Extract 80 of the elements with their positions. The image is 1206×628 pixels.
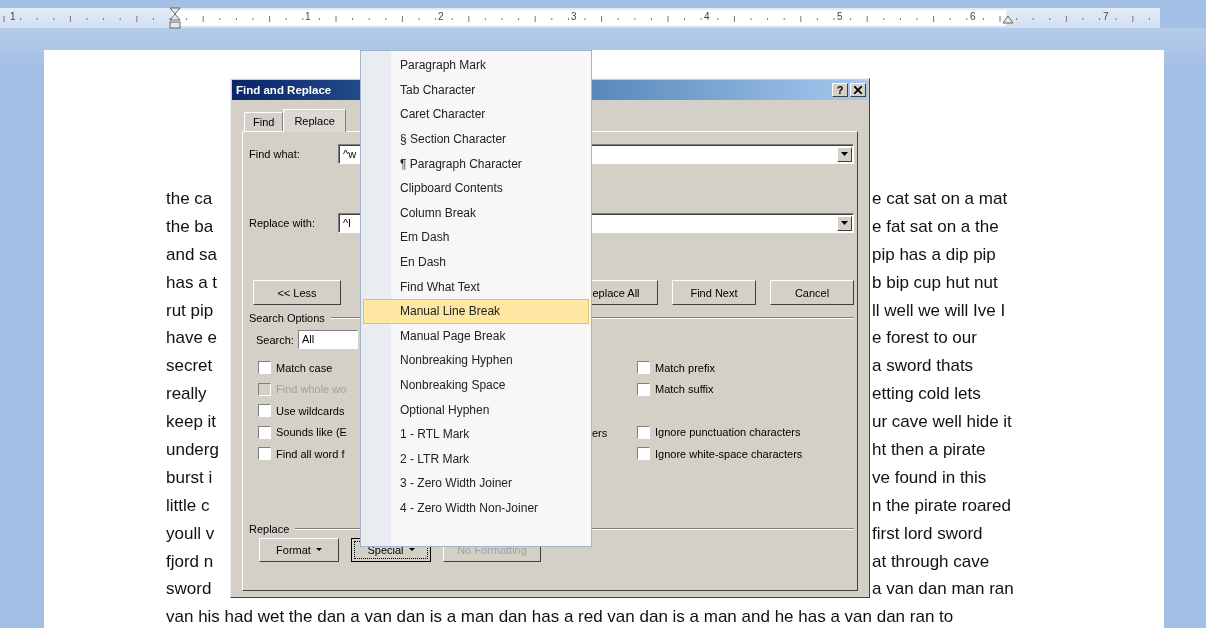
dialog-title: Find and Replace	[235, 84, 332, 96]
checkbox-option[interactable]: Match suffix	[637, 382, 714, 396]
document-text: ll well we will Ive I	[872, 300, 1006, 321]
checkbox-option[interactable]: Ignore white-space characters	[637, 447, 803, 461]
less-button[interactable]: << Less	[253, 280, 341, 305]
menu-item[interactable]: 4 - Zero Width Non-Joiner	[363, 495, 589, 521]
document-text: ve found in this	[872, 467, 987, 488]
document-text: e forest to our	[872, 328, 977, 349]
document-text: pip has a dip pip	[872, 244, 996, 265]
search-select[interactable]: All	[297, 330, 358, 349]
document-text: b bip cup hut nut	[872, 272, 998, 293]
document-text: the ca	[166, 188, 213, 209]
document-text: etting cold lets	[872, 384, 981, 405]
checkbox-option[interactable]: Match case	[258, 361, 333, 375]
ruler-number: 7	[1103, 11, 1109, 23]
document-text: have e	[166, 328, 218, 349]
tab[interactable]: Find	[244, 112, 284, 131]
document-text: first lord sword	[872, 523, 983, 544]
checkbox-option[interactable]: Match prefix	[637, 361, 715, 375]
menu-item[interactable]: 2 - LTR Mark	[363, 446, 589, 472]
document-text: has a t	[166, 272, 218, 293]
document-text: really	[166, 384, 207, 405]
menu-item[interactable]: Caret Character	[363, 102, 589, 127]
document-text: ht then a pirate	[872, 439, 986, 460]
menu-item[interactable]: Clipboard Contents	[363, 175, 589, 201]
menu-item[interactable]: Manual Line Break	[363, 298, 589, 324]
menu-item[interactable]: 3 - Zero Width Joiner	[363, 471, 589, 496]
document-text: n the pirate roared	[872, 495, 1011, 516]
document-text: secret	[166, 356, 213, 377]
checkbox-option[interactable]: Sounds like (E	[258, 425, 347, 439]
document-text: youll v	[166, 523, 215, 544]
checkbox-option[interactable]: Use wildcards	[258, 404, 345, 418]
ruler-number: 6	[970, 11, 976, 23]
menu-item[interactable]: Optional Hyphen	[363, 397, 589, 422]
document-text: at through cave	[872, 551, 990, 572]
document-text: fjord n	[166, 551, 214, 572]
document-text: a sword thats	[872, 356, 974, 377]
group-label: Search Options	[249, 312, 325, 324]
field-label: Find what:	[249, 148, 301, 160]
ruler-number: 1	[10, 11, 16, 23]
document-text: a van dan man ran	[872, 579, 1014, 600]
close-button[interactable]	[850, 83, 866, 97]
document-text: e fat sat on a the	[872, 216, 999, 237]
dialog-button[interactable]: Format	[259, 537, 339, 562]
menu-item[interactable]: Manual Page Break	[363, 323, 589, 349]
ruler-number: 1	[305, 11, 311, 23]
checkbox-option[interactable]: Find all word f	[258, 447, 345, 461]
dialog-button[interactable]: Cancel	[770, 280, 854, 305]
menu-item[interactable]: Tab Character	[363, 77, 589, 103]
document-text: the ba	[166, 216, 214, 237]
menu-item[interactable]: 1 - RTL Mark	[363, 421, 589, 447]
tab[interactable]: Replace	[283, 109, 346, 132]
menu-item[interactable]: Paragraph Mark	[363, 53, 589, 78]
indent-marker-icon[interactable]	[169, 7, 181, 29]
document-text: rut pip	[166, 300, 214, 321]
group-label: Replace	[249, 522, 290, 535]
document-text: little c	[166, 495, 210, 516]
document-text: and sa	[166, 244, 218, 265]
field-label: Replace with:	[249, 217, 317, 229]
document-text: sword	[166, 579, 212, 600]
document-text: ur cave well hide it	[872, 412, 1012, 433]
dialog-button[interactable]: Find Next	[672, 280, 756, 305]
document-text: keep it	[166, 412, 217, 433]
menu-item[interactable]: Nonbreaking Space	[363, 372, 589, 398]
ruler-number: 5	[837, 11, 843, 23]
ruler-number: 4	[704, 11, 710, 23]
ruler-number: 3	[571, 11, 577, 23]
help-button[interactable]: ?	[832, 83, 848, 97]
ruler-number: 2	[438, 11, 444, 23]
field-label: Search:	[256, 333, 294, 346]
menu-item[interactable]: En Dash	[363, 249, 589, 275]
document-text: burst i	[166, 467, 213, 488]
document-text: van his had wet the dan a van dan is a man dan has a red van dan is a man and he has a van dan ran to	[166, 607, 954, 628]
document-text: e cat sat on a mat	[872, 188, 1008, 209]
document-text: underg	[166, 439, 219, 460]
indent-marker-icon[interactable]	[1002, 14, 1014, 24]
checkbox-option[interactable]: Ignore punctuation characters	[637, 425, 801, 439]
close-icon	[854, 86, 862, 94]
menu-item[interactable]: Nonbreaking Hyphen	[363, 348, 589, 373]
option-text: ers	[592, 427, 608, 440]
